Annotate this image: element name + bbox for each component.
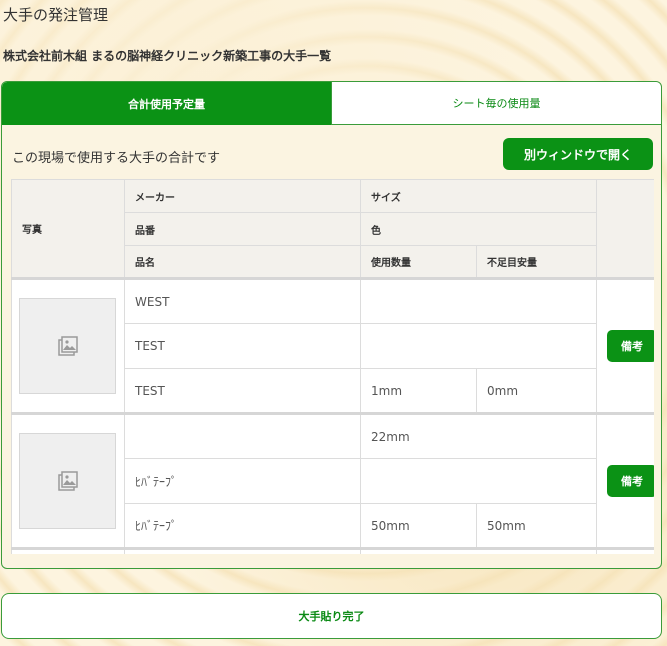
site-title: 株式会社前木組 まるの脳神経クリニック新築工事の大手一覧 xyxy=(3,49,332,63)
header-name: 品名 xyxy=(124,245,361,279)
tab-total-usage[interactable]: 合計使用予定量 xyxy=(2,82,331,125)
photo-cell xyxy=(11,412,125,549)
cell-qty: 1mm xyxy=(360,368,477,414)
open-new-window-button[interactable]: 別ウィンドウで開く xyxy=(503,138,653,170)
cell-shortage: 50mm xyxy=(475,503,598,549)
image-icon xyxy=(57,471,78,491)
table-row: WEST 備考 xyxy=(11,277,654,414)
cell-shortage: 0mm xyxy=(475,368,598,414)
cell-size: 22mm xyxy=(359,412,598,459)
tab-bar: 合計使用予定量 シート毎の使用量 xyxy=(2,82,661,125)
material-table: 写真 メーカー サイズ 品番 色 品名 使用数量 不足目安量 WEST 備考 T… xyxy=(11,179,654,554)
note-cell: 備考 xyxy=(596,412,654,549)
material-table-container[interactable]: 写真 メーカー サイズ 品番 色 品名 使用数量 不足目安量 WEST 備考 T… xyxy=(11,179,654,554)
table-row xyxy=(11,547,654,554)
header-maker: メーカー xyxy=(124,179,361,213)
header-part-no: 品番 xyxy=(124,212,361,246)
note-button[interactable]: 備考 xyxy=(607,465,654,497)
note-button[interactable]: 備考 xyxy=(607,330,654,362)
summary-header: この現場で使用する大手の合計です 別ウィンドウで開く xyxy=(2,125,661,179)
cell-qty: 50mm xyxy=(360,503,477,549)
complete-button[interactable]: 大手貼り完了 xyxy=(1,593,662,639)
note-cell: 備考 xyxy=(596,277,654,414)
header-shortage: 不足目安量 xyxy=(475,245,598,279)
cell-part-no: ﾋﾊﾞﾃｰﾌﾟ xyxy=(124,458,361,504)
cell-part-no: TEST xyxy=(124,323,361,369)
main-panel: 合計使用予定量 シート毎の使用量 この現場で使用する大手の合計です 別ウィンドウ… xyxy=(1,81,662,569)
cell-name: TEST xyxy=(124,368,361,414)
cell-size xyxy=(359,277,598,324)
cell-color xyxy=(359,323,598,369)
tab-per-sheet-usage[interactable]: シート毎の使用量 xyxy=(331,82,661,125)
table-row: 22mm 備考 xyxy=(11,412,654,549)
header-size: サイズ xyxy=(359,179,598,213)
header-note xyxy=(596,179,654,279)
header-color: 色 xyxy=(359,212,598,246)
summary-text: この現場で使用する大手の合計です xyxy=(12,151,221,166)
header-photo: 写真 xyxy=(11,179,125,279)
photo-placeholder xyxy=(19,298,116,394)
photo-cell xyxy=(11,277,125,414)
cell-name: ﾋﾊﾞﾃｰﾌﾟ xyxy=(124,503,361,549)
header-qty: 使用数量 xyxy=(360,245,477,279)
cell-maker xyxy=(124,412,361,459)
photo-placeholder xyxy=(19,433,116,529)
cell-maker: WEST xyxy=(124,277,361,324)
page-title: 大手の発注管理 xyxy=(3,6,109,24)
cell-color xyxy=(359,458,598,504)
image-icon xyxy=(57,336,78,356)
